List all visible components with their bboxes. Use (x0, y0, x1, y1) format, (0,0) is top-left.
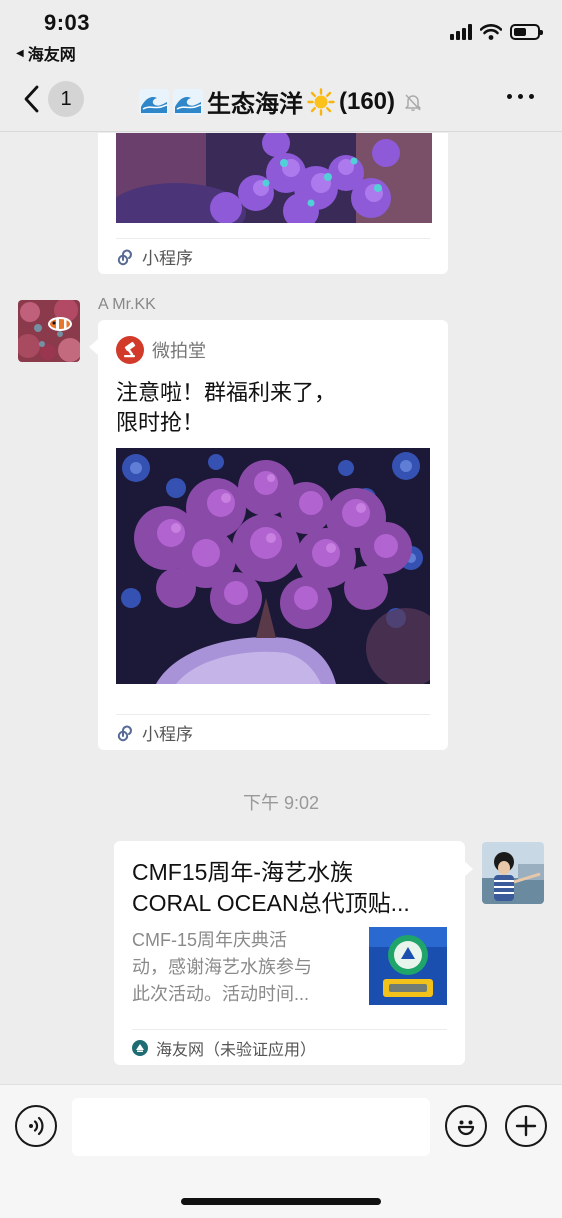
message-timestamp: 下午 9:02 (242, 793, 320, 813)
mini-program-label: 小程序 (142, 249, 193, 268)
coral-photo-2 (116, 448, 430, 684)
bubble-tail (89, 339, 98, 355)
emoji-icon (457, 1120, 475, 1136)
wifi-icon (480, 24, 502, 40)
status-bar: 9:03 ◀ 海友网 (0, 0, 562, 64)
plus-icon (515, 1115, 537, 1137)
member-count: (160) (338, 87, 396, 115)
more-options-icon[interactable] (507, 94, 534, 99)
my-avatar[interactable] (482, 842, 544, 904)
article-description-line: 动，感谢海艺水族参与 (132, 957, 312, 977)
article-thumbnail (369, 927, 447, 1005)
home-indicator[interactable] (181, 1198, 381, 1205)
sender-name: A Mr.KK (98, 296, 156, 313)
promo-text: 注意啦！群福利来了， 限时抢！ (116, 378, 416, 438)
cellular-signal-icon (450, 24, 472, 40)
mini-program-card[interactable]: 微拍堂 注意啦！群福利来了， 限时抢！ 小程序 (98, 320, 448, 750)
avatar-photo (18, 300, 80, 362)
coral-photo-1 (116, 133, 432, 223)
article-description-line: 此次活动。活动时间... (132, 984, 310, 1004)
mini-program-footer: 小程序 (116, 238, 430, 274)
article-title: CMF15周年-海艺水族 CORAL OCEAN总代顶贴... (132, 857, 452, 919)
voice-input-button[interactable] (15, 1105, 57, 1147)
mini-program-label: 小程序 (142, 725, 193, 744)
article-title-line: CMF15周年-海艺水族 (132, 859, 354, 885)
chat-header: 1 生态海洋 (160) (0, 64, 562, 132)
status-time: 9:03 (44, 10, 91, 35)
coral-image[interactable] (116, 448, 430, 684)
back-to-app-link[interactable]: ◀ 海友网 (16, 41, 76, 65)
article-source: 海友网（未验证应用） (132, 1029, 447, 1065)
promo-text-line: 限时抢！ (116, 410, 205, 435)
wave-emoji-icon (138, 88, 169, 115)
chat-title[interactable]: 生态海洋 (160) (0, 84, 562, 119)
avatar-photo (482, 842, 544, 904)
coral-image[interactable] (116, 133, 432, 223)
mini-program-footer: 小程序 (116, 714, 430, 750)
mini-program-link-icon (117, 249, 132, 265)
emoji-button[interactable] (445, 1105, 487, 1147)
mini-program-card[interactable]: 小程序 (98, 133, 448, 274)
back-triangle-icon: ◀ (16, 47, 24, 59)
status-icons (450, 24, 543, 40)
haiyou-logo-icon (132, 1039, 148, 1056)
source-name: 微拍堂 (152, 341, 206, 361)
weipaitang-logo-icon (116, 336, 144, 364)
mini-program-source: 微拍堂 (116, 336, 206, 364)
article-card[interactable]: CMF15周年-海艺水族 CORAL OCEAN总代顶贴... CMF-15周年… (114, 841, 465, 1065)
mute-bell-icon (405, 93, 421, 111)
promo-text-line: 注意啦！群福利来了， (116, 380, 337, 405)
sender-avatar[interactable] (18, 300, 80, 362)
article-description-line: CMF-15周年庆典活 (132, 930, 288, 950)
wave-emoji-icon (172, 88, 203, 115)
cmf15-logo-image (369, 927, 447, 1005)
article-source-name: 海友网（未验证应用） (156, 1041, 317, 1059)
mini-program-link-icon (117, 725, 132, 741)
voice-icon (29, 1116, 44, 1136)
article-description: CMF-15周年庆典活 动，感谢海艺水族参与 此次活动。活动时间... (132, 927, 360, 1008)
message-input[interactable] (72, 1098, 430, 1156)
sun-emoji-icon (307, 87, 335, 116)
message-list[interactable]: 小程序 A Mr.KK 微拍堂 注意啦！群福利来了， 限时抢！ 小程序 下午 9… (0, 133, 562, 1083)
battery-icon (510, 24, 543, 40)
back-app-label: 海友网 (27, 47, 76, 64)
more-functions-button[interactable] (505, 1105, 547, 1147)
article-title-line: CORAL OCEAN总代顶贴... (132, 890, 410, 916)
bubble-tail (464, 861, 473, 877)
group-name: 生态海洋 (206, 91, 303, 118)
